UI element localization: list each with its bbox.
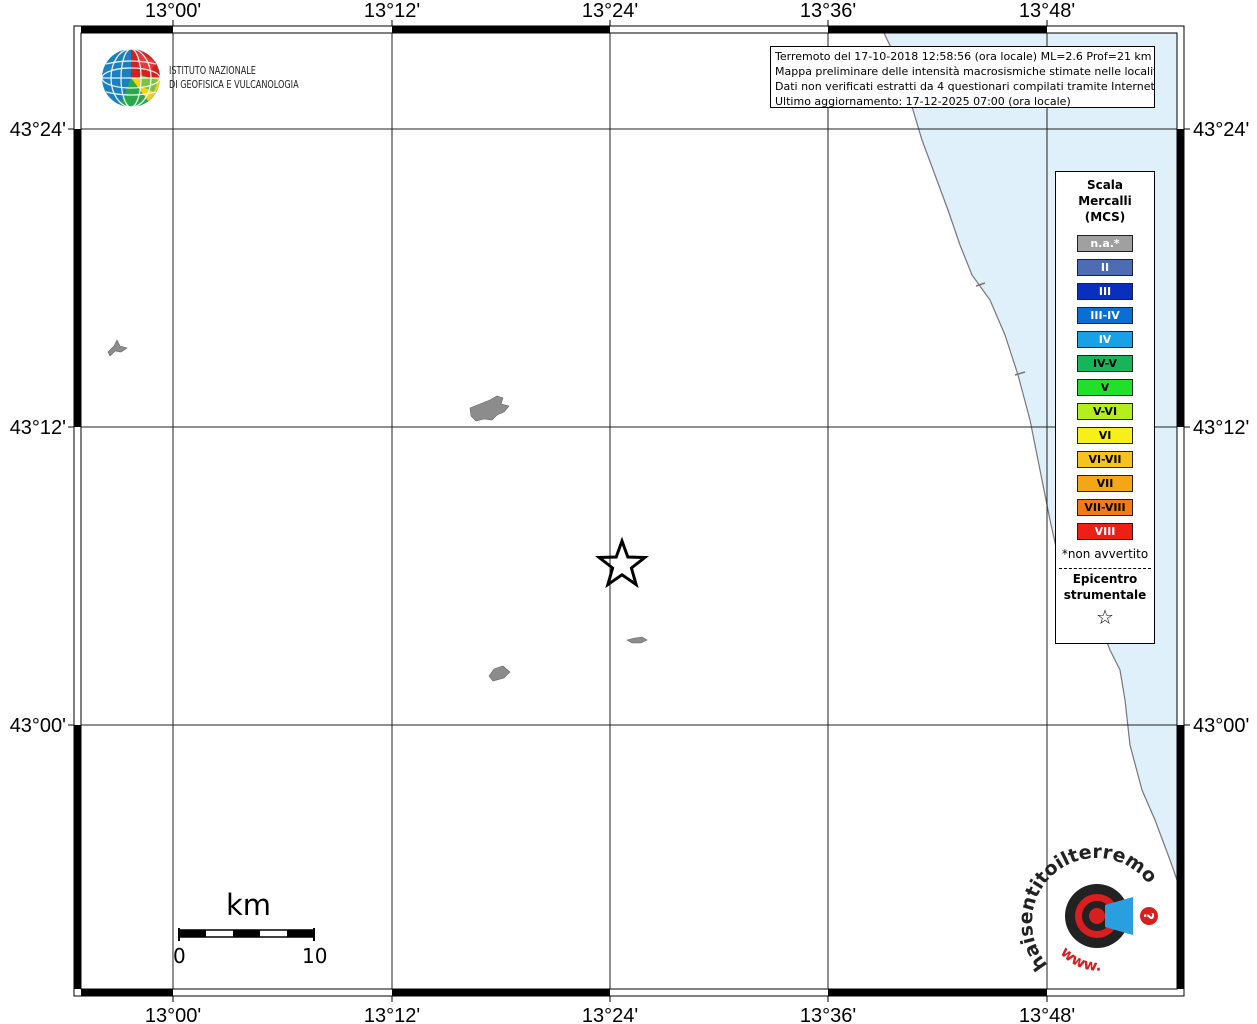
ingv-logo-line1: ISTITUTO NAZIONALE bbox=[169, 64, 256, 77]
legend-divider bbox=[1059, 568, 1151, 569]
event-info-line: Mappa preliminare delle intensità macros… bbox=[775, 65, 1155, 78]
scale-end-label: 10 bbox=[302, 944, 328, 968]
legend-title-line: (MCS) bbox=[1084, 210, 1126, 224]
legend-intensity-item: III bbox=[1077, 283, 1133, 300]
legend-title-line: Mercalli bbox=[1078, 194, 1132, 208]
bottom-tick-label: 13°12' bbox=[364, 1005, 420, 1024]
legend-intensity-item: n.a.* bbox=[1077, 235, 1133, 252]
legend-intensity-item: II bbox=[1077, 259, 1133, 276]
ingv-logo-text: ISTITUTO NAZIONALE DI GEOFISICA E VULCAN… bbox=[169, 64, 299, 92]
scale-start-label: 0 bbox=[173, 944, 186, 968]
legend-intensity-item: V-VI bbox=[1077, 403, 1133, 420]
legend-epicenter-line: strumentale bbox=[1063, 588, 1147, 602]
legend-title-line: Scala bbox=[1086, 178, 1124, 192]
legend-intensity-item: III-IV bbox=[1077, 307, 1133, 324]
legend-star-icon: ☆ bbox=[1096, 605, 1114, 629]
svg-text:?: ? bbox=[1140, 912, 1155, 920]
legend-intensity-item: VI bbox=[1077, 427, 1133, 444]
top-tick-label: 13°24' bbox=[582, 0, 638, 22]
scale-unit-label: km bbox=[226, 888, 272, 922]
bottom-tick-label: 13°00' bbox=[145, 1005, 201, 1024]
top-tick-label: 13°48' bbox=[1019, 0, 1075, 22]
right-tick-label: 43°12' bbox=[1193, 417, 1249, 439]
event-info-line: Ultimo aggiornamento: 17-12-2025 07:00 (… bbox=[775, 95, 1071, 108]
legend-intensity-item: VI-VII bbox=[1077, 451, 1133, 468]
legend-epicenter-line: Epicentro bbox=[1072, 572, 1138, 586]
legend-epicenter-label: Epicentro strumentale bbox=[1056, 571, 1154, 603]
ingv-logo-line2: DI GEOFISICA E VULCANOLOGIA bbox=[169, 78, 299, 91]
right-tick-label: 43°24' bbox=[1193, 119, 1249, 141]
mcs-legend: Scala Mercalli (MCS) n.a.* II III III-IV IV I… bbox=[1055, 171, 1155, 644]
event-info-line: Dati non verificati estratti da 4 questi… bbox=[775, 80, 1155, 93]
right-tick-label: 43°00' bbox=[1193, 715, 1249, 737]
legend-intensity-item: IV bbox=[1077, 331, 1133, 348]
bottom-tick-label: 13°24' bbox=[582, 1005, 638, 1024]
left-tick-label: 43°12' bbox=[10, 417, 66, 439]
event-info-line: Terremoto del 17-10-2018 12:58:56 (ora l… bbox=[775, 50, 1152, 63]
bottom-tick-label: 13°36' bbox=[800, 1005, 856, 1024]
legend-title: Scala Mercalli (MCS) bbox=[1056, 177, 1154, 225]
legend-intensity-item: VII bbox=[1077, 475, 1133, 492]
left-tick-label: 43°00' bbox=[10, 715, 66, 737]
top-tick-label: 13°00' bbox=[145, 0, 201, 22]
legend-note: *non avvertito bbox=[1061, 547, 1149, 561]
legend-intensity-item: VIII bbox=[1077, 523, 1133, 540]
ingv-globe-icon bbox=[101, 48, 161, 108]
top-tick-label: 13°12' bbox=[364, 0, 420, 22]
legend-intensity-item: IV-V bbox=[1077, 355, 1133, 372]
bottom-tick-label: 13°48' bbox=[1019, 1005, 1075, 1024]
legend-intensity-item: VII-VIII bbox=[1077, 499, 1133, 516]
left-tick-label: 43°24' bbox=[10, 119, 66, 141]
legend-intensity-item: V bbox=[1077, 379, 1133, 396]
event-info-box: Terremoto del 17-10-2018 12:58:56 (ora l… bbox=[770, 46, 1155, 108]
legend-items: n.a.* II III III-IV IV IV-V V V-VI VI VI-VII VII VI… bbox=[1056, 235, 1154, 540]
top-tick-label: 13°36' bbox=[800, 0, 856, 22]
